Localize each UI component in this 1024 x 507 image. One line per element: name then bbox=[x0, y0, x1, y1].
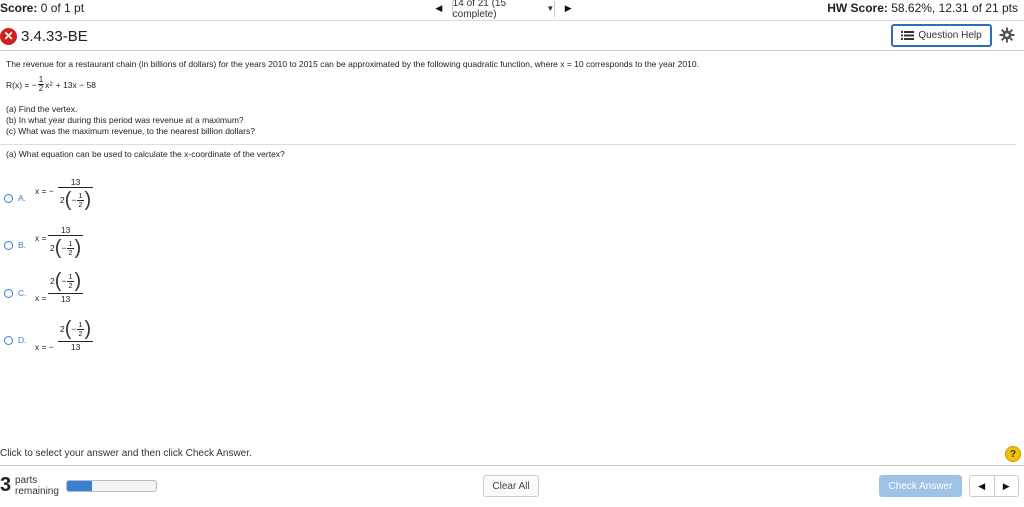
revenue-formula: R(x) = − 1 2 x2 + 13x − 58 bbox=[6, 76, 96, 93]
question-header-divider bbox=[0, 50, 1024, 51]
score-label: Score: bbox=[0, 1, 38, 15]
option-c-prefix: x = bbox=[35, 293, 47, 303]
option-b-radio[interactable] bbox=[4, 240, 13, 250]
next-part-button[interactable]: ▶ bbox=[993, 476, 1019, 496]
check-answer-button[interactable]: Check Answer bbox=[879, 475, 962, 497]
question-position-label: 14 of 21 (15 complete) bbox=[452, 0, 507, 20]
clear-all-button[interactable]: Clear All bbox=[483, 475, 539, 497]
next-question-button[interactable]: ▶ bbox=[555, 1, 581, 17]
right-triangle-icon: ▶ bbox=[564, 3, 572, 13]
list-icon bbox=[901, 31, 915, 40]
hw-score-value: 58.62%, 12.31 of 21 pts bbox=[891, 1, 1018, 15]
part-a-text: (a) Find the vertex. bbox=[6, 104, 78, 114]
option-a[interactable]: A. bbox=[4, 193, 26, 203]
question-help-button[interactable]: Question Help bbox=[891, 24, 992, 47]
part-c-text: (c) What was the maximum revenue, to the… bbox=[6, 126, 255, 136]
parts-remaining-count: 3 bbox=[0, 474, 12, 496]
option-b-denominator: 2 ( − 12 ) bbox=[48, 235, 84, 259]
option-c[interactable]: C. bbox=[4, 288, 27, 298]
option-b[interactable]: B. bbox=[4, 240, 26, 250]
option-d-radio[interactable] bbox=[4, 335, 13, 345]
option-c-fraction: 2 ( − 12 ) 13 bbox=[48, 270, 84, 304]
option-d-prefix: x = − bbox=[35, 342, 54, 352]
hw-score-label: HW Score: bbox=[827, 1, 888, 15]
option-b-prefix: x = bbox=[35, 233, 47, 243]
parts-progress-bar bbox=[66, 480, 157, 492]
top-bar: Score: 0 of 1 pt ◀ 14 of 21 (15 complete… bbox=[0, 0, 1024, 20]
help-question-icon[interactable]: ? bbox=[1005, 446, 1021, 462]
option-c-numerator: 2 ( − 12 ) bbox=[48, 270, 84, 294]
parts-progress-fill bbox=[67, 481, 92, 491]
option-a-radio[interactable] bbox=[4, 193, 13, 203]
gear-icon[interactable] bbox=[999, 27, 1015, 43]
footer-divider bbox=[0, 465, 1024, 466]
formula-fraction-den: 2 bbox=[37, 84, 45, 93]
option-d-letter: D. bbox=[18, 335, 27, 345]
answer-instruction: Click to select your answer and then cli… bbox=[0, 448, 252, 459]
formula-lhs: R(x) = − bbox=[6, 79, 37, 90]
option-c-radio[interactable] bbox=[4, 288, 13, 298]
question-id: 3.4.33-BE bbox=[21, 27, 88, 45]
option-a-numerator: 13 bbox=[70, 177, 81, 187]
formula-rest: + 13x − 58 bbox=[55, 79, 96, 90]
part-b-text: (b) In what year during this period was … bbox=[6, 115, 244, 125]
incorrect-x-icon: ✕ bbox=[0, 27, 17, 45]
option-d-fraction: 2 ( − 12 ) 13 bbox=[58, 318, 94, 352]
question-pager: ◀ ▶ bbox=[969, 475, 1019, 497]
question-id-row: ✕ 3.4.33-BE bbox=[0, 26, 88, 46]
option-d-denominator: 13 bbox=[70, 342, 81, 352]
caret-down-icon: ▼ bbox=[546, 4, 555, 13]
option-d-numerator: 2 ( − 12 ) bbox=[58, 318, 94, 342]
left-triangle-icon: ◀ bbox=[435, 3, 443, 13]
prev-question-button[interactable]: ◀ bbox=[426, 1, 452, 17]
option-a-denominator: 2 ( − 12 ) bbox=[58, 187, 94, 211]
formula-fraction-num: 1 bbox=[38, 75, 44, 84]
parts-remaining-label: parts remaining bbox=[15, 475, 59, 497]
question-prompt: The revenue for a restaurant chain (in b… bbox=[6, 59, 699, 69]
option-b-numerator: 13 bbox=[60, 225, 71, 235]
hw-score-display: HW Score: 58.62%, 12.31 of 21 pts bbox=[827, 1, 1018, 15]
formula-fraction: 1 2 bbox=[37, 75, 45, 93]
option-b-letter: B. bbox=[18, 240, 27, 250]
option-a-fraction: 13 2 ( − 12 ) bbox=[58, 177, 94, 211]
question-help-label: Question Help bbox=[918, 30, 982, 41]
prompt-divider bbox=[0, 144, 1016, 145]
option-b-fraction: 13 2 ( − 12 ) bbox=[48, 225, 84, 259]
top-divider bbox=[0, 20, 1024, 21]
subquestion-text: (a) What equation can be used to calcula… bbox=[6, 149, 285, 159]
option-a-prefix: x = − bbox=[35, 186, 54, 196]
score-display: Score: 0 of 1 pt bbox=[0, 1, 84, 15]
question-navigator: ◀ 14 of 21 (15 complete) ▼ ▶ bbox=[426, 0, 581, 20]
question-picker-dropdown[interactable]: 14 of 21 (15 complete) ▼ bbox=[451, 0, 556, 20]
option-a-letter: A. bbox=[18, 193, 27, 203]
option-c-letter: C. bbox=[18, 288, 27, 298]
prev-part-button[interactable]: ◀ bbox=[970, 476, 994, 496]
option-c-denominator: 13 bbox=[60, 294, 71, 304]
option-d[interactable]: D. bbox=[4, 335, 27, 345]
score-value: 0 of 1 pt bbox=[40, 1, 85, 15]
formula-exponent: 2 bbox=[49, 81, 53, 88]
